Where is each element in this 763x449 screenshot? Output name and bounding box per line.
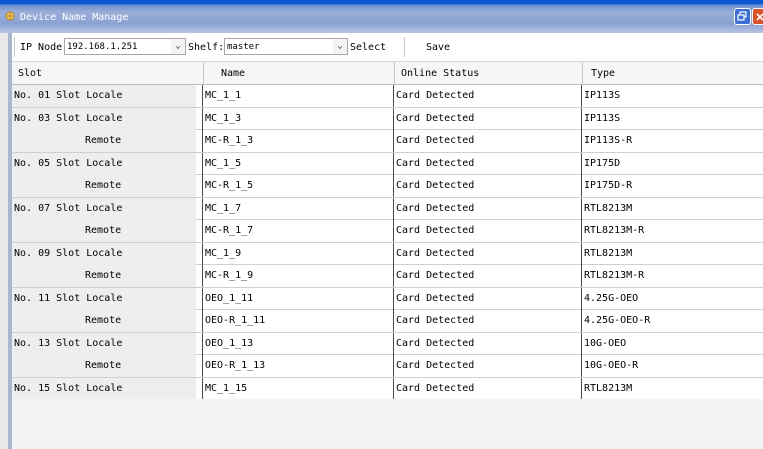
header-type[interactable]: Type — [591, 68, 615, 79]
table-row[interactable]: Remote MC-R_1_3 Card Detected IP113S-R — [12, 130, 763, 153]
table-row[interactable]: No. 11 Slot Locale OEO_1_11 Card Detected 4… — [12, 287, 763, 310]
cell-online-status: Card Detected — [396, 292, 475, 304]
cell-slot: No. 01 Slot Locale — [12, 85, 196, 107]
cell-type: IP113S — [584, 112, 621, 124]
ip-node-select[interactable]: 192.168.1.251 ⌄ — [64, 38, 186, 55]
restore-icon — [737, 11, 747, 21]
cell-slot: Remote — [12, 355, 196, 377]
cell-type: IP175D — [584, 157, 621, 169]
cell-online-status: Card Detected — [396, 90, 475, 101]
save-button[interactable]: Save — [426, 42, 450, 53]
cell-online-status: Card Detected — [396, 225, 475, 236]
header-online-status[interactable]: Online Status — [401, 68, 479, 79]
cell-type: RTL8213M — [584, 247, 633, 259]
cell-name[interactable]: MC-R_1_3 — [203, 130, 393, 152]
header-name[interactable]: Name — [221, 68, 245, 79]
cell-type: RTL8213M-R — [584, 225, 645, 236]
cell-online-status: Card Detected — [396, 382, 475, 394]
cell-name[interactable]: OEO_1_11 — [203, 288, 393, 310]
table-body: No. 01 Slot Locale MC_1_1 Card Detected IP1… — [12, 85, 763, 400]
cell-online-status: Card Detected — [396, 202, 475, 214]
cell-slot: Remote — [12, 310, 196, 332]
empty-area — [12, 399, 763, 449]
cell-type: IP113S-R — [584, 135, 633, 146]
table-row[interactable]: No. 03 Slot Locale MC_1_3 Card Detected IP1… — [12, 107, 763, 130]
chevron-down-icon[interactable]: ⌄ — [171, 39, 185, 54]
cell-type: IP175D-R — [584, 180, 633, 191]
cell-name[interactable]: MC_1_15 — [203, 378, 393, 400]
left-border — [0, 33, 12, 449]
table-row[interactable]: Remote MC-R_1_7 Card Detected RTL8213M-R — [12, 220, 763, 243]
cell-type: 10G-OEO — [584, 337, 627, 349]
table-row[interactable]: Remote OEO-R_1_13 Card Detected 10G-OEO-R — [12, 355, 763, 378]
table-row[interactable]: Remote MC-R_1_5 Card Detected IP175D-R — [12, 175, 763, 198]
cell-name[interactable]: MC_1_5 — [203, 153, 393, 175]
cell-name[interactable]: OEO-R_1_11 — [203, 310, 393, 332]
cell-slot: Remote — [12, 130, 196, 152]
cell-type: RTL8213M-R — [584, 270, 645, 281]
app-icon — [5, 11, 15, 21]
cell-name[interactable]: MC_1_9 — [203, 243, 393, 265]
cell-slot: No. 09 Slot Locale — [12, 242, 196, 265]
toolbar-grip — [14, 37, 15, 57]
cell-slot: No. 05 Slot Locale — [12, 152, 196, 175]
cell-slot: Remote — [12, 265, 196, 287]
cell-slot: Remote — [12, 220, 196, 242]
cell-name[interactable]: MC-R_1_5 — [203, 175, 393, 197]
table-row[interactable]: Remote OEO-R_1_11 Card Detected 4.25G-OEO-R — [12, 310, 763, 333]
cell-online-status: Card Detected — [396, 337, 475, 349]
cell-type: 10G-OEO-R — [584, 360, 639, 371]
table-row[interactable]: Remote MC-R_1_9 Card Detected RTL8213M-R — [12, 265, 763, 288]
cell-type: RTL8213M — [584, 382, 633, 394]
cell-name[interactable]: MC_1_7 — [203, 198, 393, 220]
title-bar: Device Name Manage — [0, 0, 763, 33]
cell-online-status: Card Detected — [396, 270, 475, 281]
close-button[interactable] — [752, 8, 763, 25]
cell-type: RTL8213M — [584, 202, 633, 214]
cell-type: 4.25G-OEO — [584, 292, 639, 304]
toolbar: IP Node 192.168.1.251 ⌄ Shelf: master ⌄ … — [12, 33, 763, 61]
cell-type: IP113S — [584, 90, 621, 101]
shelf-value: master — [227, 42, 260, 52]
toolbar-separator — [404, 37, 405, 57]
cell-name[interactable]: OEO_1_13 — [203, 333, 393, 355]
restore-button[interactable] — [734, 8, 751, 25]
cell-name[interactable]: OEO-R_1_13 — [203, 355, 393, 377]
cell-slot: No. 13 Slot Locale — [12, 332, 196, 355]
cell-slot: No. 03 Slot Locale — [12, 107, 196, 130]
shelf-label: Shelf: — [188, 42, 225, 53]
chevron-down-icon[interactable]: ⌄ — [333, 39, 347, 54]
table-row[interactable]: No. 15 Slot Locale MC_1_15 Card Detected RT… — [12, 377, 763, 400]
cell-name[interactable]: MC-R_1_7 — [203, 220, 393, 242]
cell-online-status: Card Detected — [396, 157, 475, 169]
cell-slot: No. 11 Slot Locale — [12, 287, 196, 310]
header-slot[interactable]: Slot — [18, 68, 42, 79]
table-header: Slot Name Online Status Type — [12, 61, 763, 85]
cell-online-status: Card Detected — [396, 247, 475, 259]
cell-online-status: Card Detected — [396, 180, 475, 191]
ip-node-value: 192.168.1.251 — [67, 42, 138, 52]
cell-online-status: Card Detected — [396, 135, 475, 146]
cell-online-status: Card Detected — [396, 360, 475, 371]
table-row[interactable]: No. 01 Slot Locale MC_1_1 Card Detected IP1… — [12, 85, 763, 108]
shelf-select[interactable]: master ⌄ — [224, 38, 348, 55]
cell-online-status: Card Detected — [396, 112, 475, 124]
device-table: Slot Name Online Status Type No. 01 Slot… — [12, 61, 763, 400]
window-title: Device Name Manage — [20, 12, 129, 23]
cell-name[interactable]: MC_1_3 — [203, 108, 393, 130]
close-icon — [755, 13, 763, 21]
table-row[interactable]: No. 07 Slot Locale MC_1_7 Card Detected RTL… — [12, 197, 763, 220]
cell-slot: No. 15 Slot Locale — [12, 377, 196, 400]
cell-online-status: Card Detected — [396, 315, 475, 326]
table-row[interactable]: No. 13 Slot Locale OEO_1_13 Card Detected 1… — [12, 332, 763, 355]
cell-name[interactable]: MC_1_1 — [203, 85, 393, 107]
table-row[interactable]: No. 09 Slot Locale MC_1_9 Card Detected RTL… — [12, 242, 763, 265]
cell-slot: Remote — [12, 175, 196, 197]
table-row[interactable]: No. 05 Slot Locale MC_1_5 Card Detected IP1… — [12, 152, 763, 175]
select-button[interactable]: Select — [350, 42, 386, 53]
cell-name[interactable]: MC-R_1_9 — [203, 265, 393, 287]
cell-type: 4.25G-OEO-R — [584, 315, 651, 326]
cell-slot: No. 07 Slot Locale — [12, 197, 196, 220]
ip-node-label: IP Node — [20, 42, 63, 53]
